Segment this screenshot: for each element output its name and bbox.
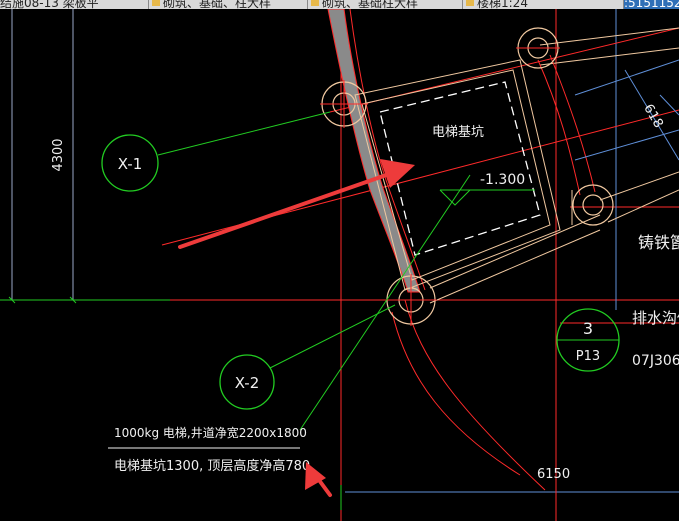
note-line-2: 电梯基坑1300, 顶层高度净高780	[114, 458, 310, 474]
drawing-file-icon	[152, 0, 160, 6]
drawing-file-icon	[466, 0, 474, 6]
tab-document-4[interactable]: 楼梯1:24	[463, 0, 624, 9]
cad-viewer: 结施08-13 梁板平 砌筑、基础、柱大样 砌筑、基础柱大样 楼梯1:24 :5…	[0, 0, 679, 521]
tab-label: 砌筑、基础、柱大样	[163, 0, 272, 9]
tab-document-2[interactable]: 砌筑、基础、柱大样	[149, 0, 308, 9]
section-bubble-x2-label: X-2	[235, 374, 260, 392]
document-tab-bar: 结施08-13 梁板平 砌筑、基础、柱大样 砌筑、基础柱大样 楼梯1:24 :5…	[0, 0, 679, 9]
drawing-canvas[interactable]: 4300 618 X-1 X-2 电梯基坑 -1.300 铸铁篦 3 P13 排…	[0, 9, 679, 521]
section-bubble-x1-label: X-1	[118, 155, 143, 173]
detail-sheet: P13	[576, 349, 600, 364]
tab-document-3[interactable]: 砌筑、基础柱大样	[308, 0, 463, 9]
dimension-6150-text: 6150	[537, 467, 570, 482]
dimension-4300-text: 4300	[51, 138, 66, 171]
tab-label: 结施08-13 梁板平	[0, 0, 99, 9]
drawing-file-icon	[311, 0, 319, 6]
tab-label: :5151152	[624, 0, 679, 9]
pit-label: 电梯基坑	[432, 125, 484, 140]
note-line-1: 1000kg 电梯,井道净宽2200x1800	[114, 425, 307, 440]
cast-iron-label: 铸铁篦	[638, 233, 679, 252]
canvas-background	[0, 9, 679, 521]
tab-document-1[interactable]: 结施08-13 梁板平	[0, 0, 149, 9]
drain-atlas: 07J306	[632, 353, 679, 369]
drain-label: 排水沟做	[632, 309, 679, 327]
tab-label: 楼梯1:24	[477, 0, 528, 9]
tab-label: 砌筑、基础柱大样	[322, 0, 419, 9]
detail-number: 3	[583, 319, 593, 338]
tab-document-5[interactable]: :5151152	[624, 0, 679, 9]
elevation-text: -1.300	[480, 172, 525, 188]
